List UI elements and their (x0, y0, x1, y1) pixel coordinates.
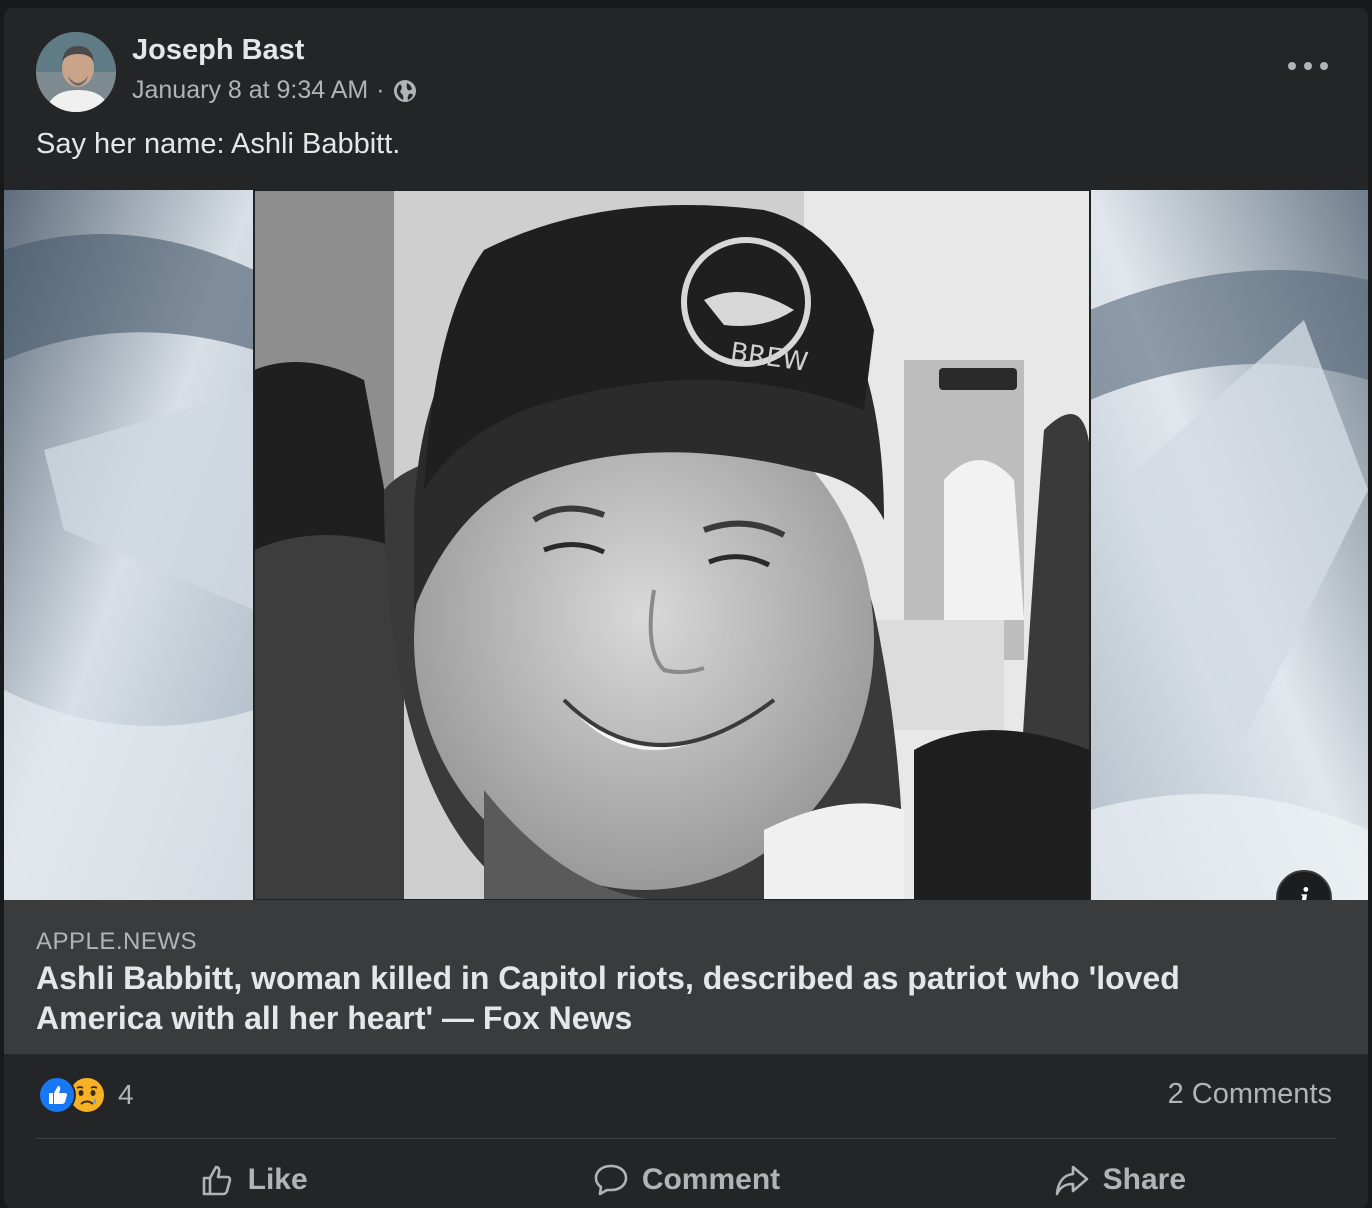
more-options-button[interactable] (1288, 54, 1328, 78)
link-domain: APPLE.NEWS (36, 928, 198, 955)
reaction-count: 4 (118, 1079, 134, 1110)
avatar-image (36, 32, 116, 112)
share-arrow-icon (1055, 1165, 1088, 1196)
meta-separator: · (376, 76, 385, 104)
more-dot-icon (1320, 62, 1328, 70)
globe-icon[interactable] (393, 79, 417, 103)
more-dot-icon (1288, 62, 1296, 70)
timestamp[interactable]: January 8 at 9:34 AM (132, 76, 368, 105)
share-button[interactable]: Share (903, 1150, 1336, 1208)
action-divider (36, 1138, 1336, 1139)
comment-bubble-icon (594, 1164, 628, 1196)
post-meta: January 8 at 9:34 AM · (132, 76, 417, 105)
author-name[interactable]: Joseph Bast (132, 34, 304, 67)
post-text: Say her name: Ashli Babbitt. (36, 128, 401, 160)
link-title[interactable]: Ashli Babbitt, woman killed in Capitol r… (36, 958, 1286, 1038)
share-label: Share (1102, 1163, 1187, 1196)
avatar[interactable] (36, 32, 116, 112)
like-label: Like (247, 1163, 308, 1196)
post-card: Joseph Bast January 8 at 9:34 AM · Say h… (4, 8, 1368, 1208)
link-preview-image[interactable]: BREW i (4, 190, 1368, 900)
action-bar: Like Comment Share (36, 1150, 1336, 1208)
reactions-summary[interactable]: 4 (38, 1076, 134, 1114)
comment-label: Comment (641, 1163, 781, 1196)
more-dot-icon (1304, 62, 1312, 70)
like-reaction-icon (38, 1076, 76, 1114)
link-preview[interactable]: APPLE.NEWS Ashli Babbitt, woman killed i… (4, 900, 1368, 1054)
comments-count[interactable]: 2 Comments (1168, 1078, 1332, 1111)
comment-button[interactable]: Comment (469, 1150, 902, 1208)
thumbs-up-icon (202, 1165, 231, 1196)
like-button[interactable]: Like (36, 1150, 469, 1208)
